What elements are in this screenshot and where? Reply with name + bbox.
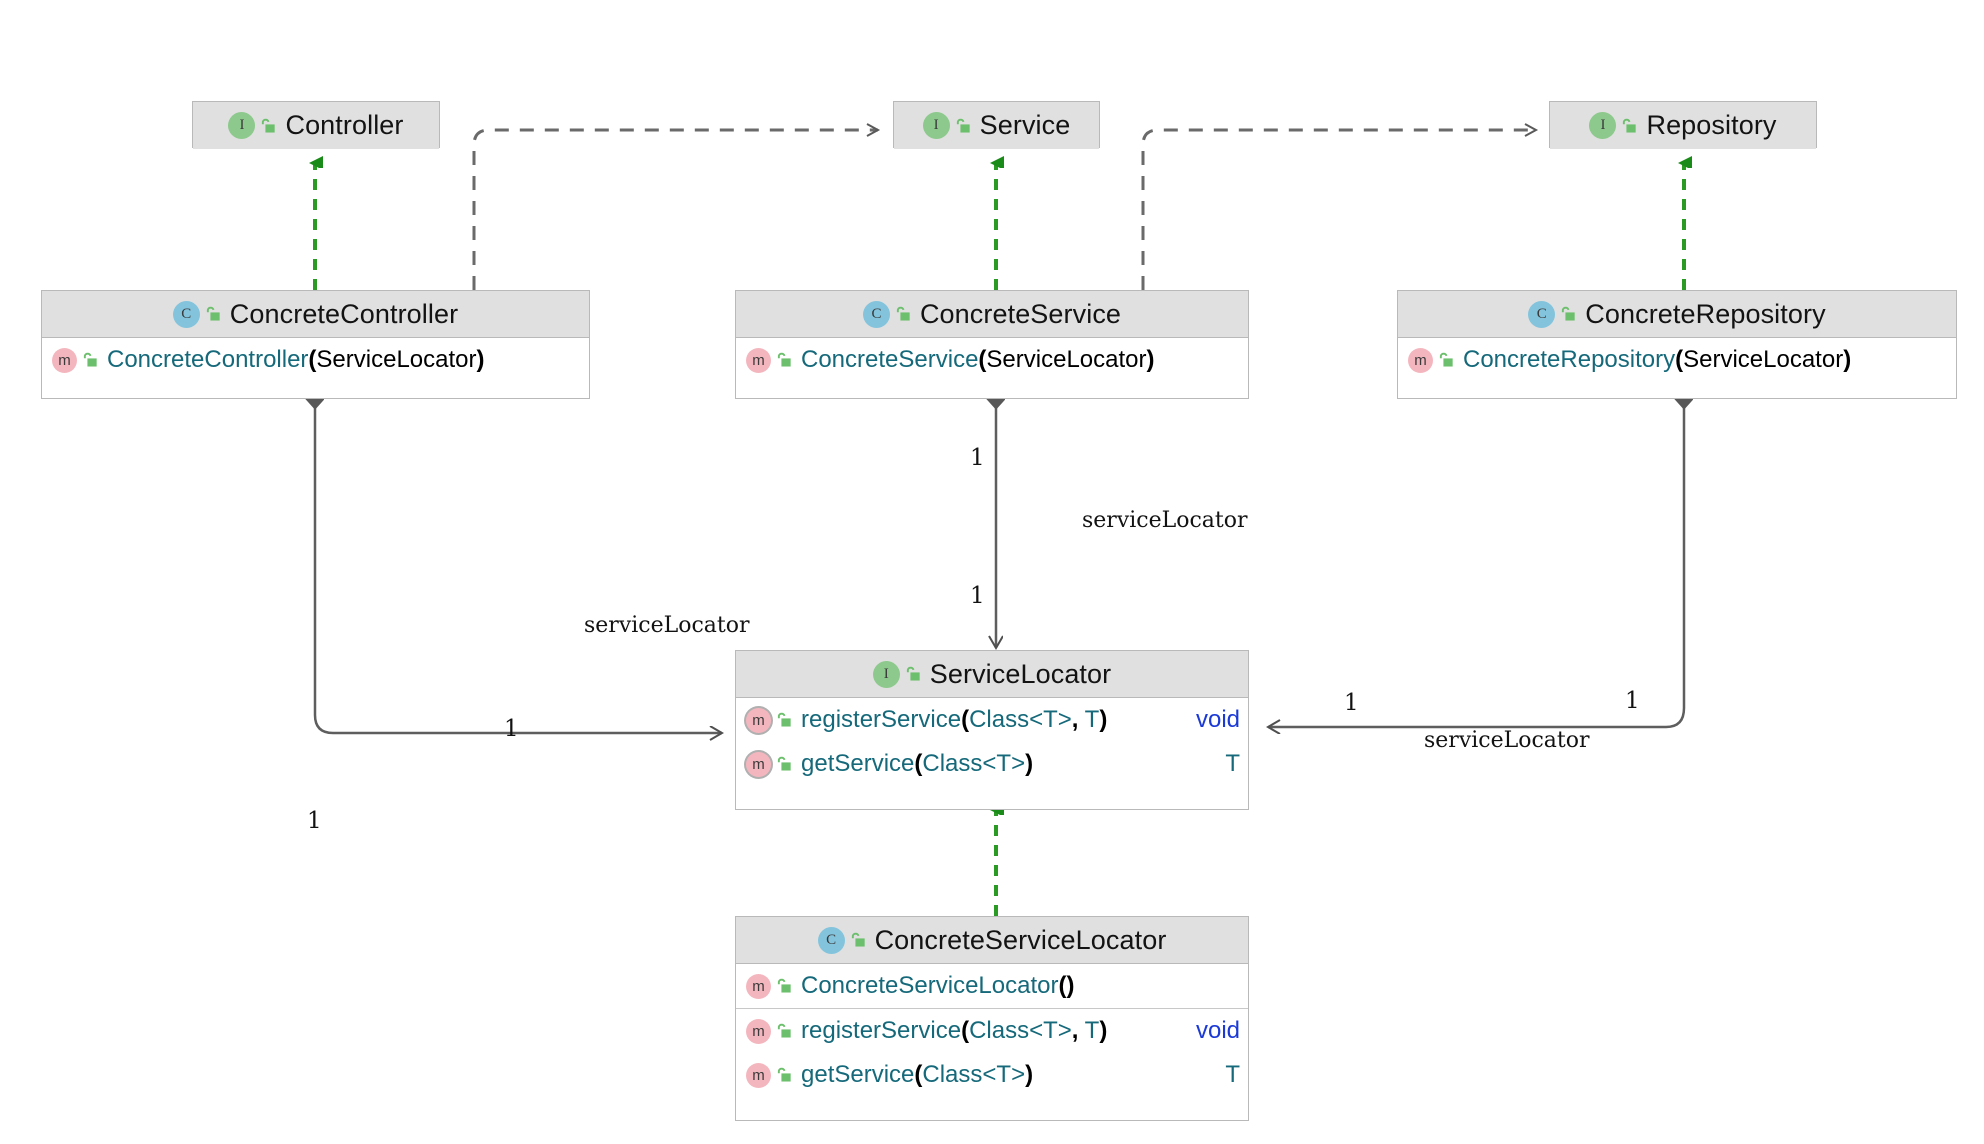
unlocked-padlock-icon	[774, 1022, 792, 1040]
uml-methods-compartment: m ConcreteRepository(ServiceLocator)	[1398, 338, 1956, 382]
unlocked-padlock-icon	[893, 305, 911, 323]
unlocked-padlock-icon	[953, 117, 971, 135]
method-signature: ConcreteService(ServiceLocator)	[801, 346, 1155, 373]
uml-class-name: ConcreteServiceLocator	[874, 924, 1167, 955]
uml-class-name: Service	[979, 110, 1071, 140]
uml-class-concreteservice[interactable]: C ConcreteService m ConcreteService(Serv…	[735, 290, 1249, 399]
uml-header: I Repository	[1550, 102, 1816, 149]
edge-label-multiplicity: 1	[970, 445, 985, 471]
class-badge-icon: C	[817, 926, 845, 954]
method-return-type: void	[1195, 1017, 1240, 1044]
method-badge-icon: m	[746, 1018, 771, 1044]
uml-class-name: ServiceLocator	[929, 658, 1112, 689]
abstract-method-badge-icon: m	[746, 707, 771, 733]
uml-class-name: Controller	[285, 110, 404, 140]
uml-header: C ConcreteRepository	[1398, 291, 1956, 338]
interface-badge-icon: I	[872, 660, 900, 688]
uml-class-name: ConcreteController	[229, 298, 459, 329]
interface-badge-icon: I	[1589, 112, 1617, 139]
edge-dependency-concreteservice-repository	[1141, 123, 1539, 290]
uml-header: I Controller	[193, 102, 439, 149]
abstract-method-badge-icon: m	[746, 751, 771, 777]
method-return-type: T	[1225, 750, 1240, 777]
edge-label-multiplicity: 1	[307, 808, 322, 834]
uml-methods-compartment: m registerService(Class<T>, T) void m ge…	[736, 1008, 1248, 1097]
edge-dependency-concretecontroller-service	[472, 123, 881, 290]
uml-member-row[interactable]: m ConcreteService(ServiceLocator)	[736, 338, 1248, 382]
interface-badge-icon: I	[228, 112, 256, 139]
method-signature: ConcreteController(ServiceLocator)	[107, 346, 485, 373]
unlocked-padlock-icon	[774, 351, 792, 369]
uml-class-service[interactable]: I Service	[893, 101, 1100, 149]
uml-class-name: Repository	[1646, 110, 1777, 140]
unlocked-padlock-icon	[774, 755, 792, 773]
method-badge-icon: m	[746, 1062, 771, 1088]
uml-member-row[interactable]: m ConcreteRepository(ServiceLocator)	[1398, 338, 1956, 382]
unlocked-padlock-icon	[258, 117, 276, 135]
uml-header: C ConcreteServiceLocator	[736, 917, 1248, 964]
uml-constructors-compartment: m ConcreteServiceLocator()	[736, 964, 1248, 1008]
uml-header: I ServiceLocator	[736, 651, 1248, 698]
unlocked-padlock-icon	[848, 931, 866, 949]
uml-header: I Service	[894, 102, 1099, 149]
unlocked-padlock-icon	[774, 977, 792, 995]
edge-composition-concreterepository-servicelocator	[1268, 399, 1684, 727]
method-return-type: T	[1225, 1061, 1240, 1088]
edge-label-multiplicity: 1	[504, 716, 519, 742]
uml-header: C ConcreteController	[42, 291, 589, 338]
edge-label-multiplicity: 1	[970, 583, 985, 609]
method-badge-icon: m	[746, 973, 771, 999]
method-badge-icon: m	[52, 347, 77, 373]
unlocked-padlock-icon	[774, 1066, 792, 1084]
edge-label-role: serviceLocator	[1082, 508, 1248, 533]
unlocked-padlock-icon	[1619, 117, 1637, 135]
edge-label-multiplicity: 1	[1344, 690, 1359, 716]
uml-methods-compartment: m registerService(Class<T>, T) void m ge…	[736, 698, 1248, 786]
edge-composition-concretecontroller-servicelocator	[315, 399, 722, 733]
uml-class-concreterepository[interactable]: C ConcreteRepository m ConcreteRepositor…	[1397, 290, 1957, 399]
uml-class-controller[interactable]: I Controller	[192, 101, 440, 149]
uml-class-concretecontroller[interactable]: C ConcreteController m ConcreteControlle…	[41, 290, 590, 399]
method-signature: ConcreteRepository(ServiceLocator)	[1463, 346, 1852, 373]
uml-class-repository[interactable]: I Repository	[1549, 101, 1817, 149]
uml-methods-compartment: m ConcreteController(ServiceLocator)	[42, 338, 589, 382]
uml-class-concreteservicelocator[interactable]: C ConcreteServiceLocator m ConcreteServi…	[735, 916, 1249, 1121]
method-signature: getService(Class<T>)	[801, 1061, 1034, 1088]
edge-label-role: serviceLocator	[1424, 728, 1590, 753]
uml-member-row[interactable]: m registerService(Class<T>, T) void	[736, 1009, 1248, 1053]
uml-member-row[interactable]: m ConcreteController(ServiceLocator)	[42, 338, 589, 382]
class-badge-icon: C	[862, 300, 890, 328]
method-signature: ConcreteServiceLocator()	[801, 972, 1075, 999]
uml-member-row[interactable]: m ConcreteServiceLocator()	[736, 964, 1248, 1008]
uml-class-name: ConcreteService	[919, 298, 1122, 329]
method-signature: getService(Class<T>)	[801, 750, 1034, 777]
edge-label-role: serviceLocator	[584, 613, 750, 638]
method-return-type: void	[1195, 706, 1240, 733]
uml-class-name: ConcreteRepository	[1585, 298, 1826, 329]
unlocked-padlock-icon	[1436, 351, 1454, 369]
uml-member-row[interactable]: m getService(Class<T>) T	[736, 1053, 1248, 1097]
uml-class-servicelocator[interactable]: I ServiceLocator m registerService(Class…	[735, 650, 1249, 810]
unlocked-padlock-icon	[1558, 305, 1576, 323]
method-badge-icon: m	[746, 347, 771, 373]
uml-member-row[interactable]: m registerService(Class<T>, T) void	[736, 698, 1248, 742]
unlocked-padlock-icon	[80, 351, 98, 369]
interface-badge-icon: I	[922, 112, 950, 139]
uml-member-row[interactable]: m getService(Class<T>) T	[736, 742, 1248, 786]
uml-header: C ConcreteService	[736, 291, 1248, 338]
method-signature: registerService(Class<T>, T)	[801, 1017, 1108, 1044]
class-badge-icon: C	[172, 300, 200, 328]
method-badge-icon: m	[1408, 347, 1433, 373]
unlocked-padlock-icon	[903, 665, 921, 683]
unlocked-padlock-icon	[774, 711, 792, 729]
uml-methods-compartment: m ConcreteService(ServiceLocator)	[736, 338, 1248, 382]
method-signature: registerService(Class<T>, T)	[801, 706, 1108, 733]
uml-class-diagram-canvas: ServiceLocator --> ServiceLocator --> Se…	[0, 0, 1984, 1144]
unlocked-padlock-icon	[203, 305, 221, 323]
class-badge-icon: C	[1528, 300, 1556, 328]
edge-label-multiplicity: 1	[1625, 688, 1640, 714]
